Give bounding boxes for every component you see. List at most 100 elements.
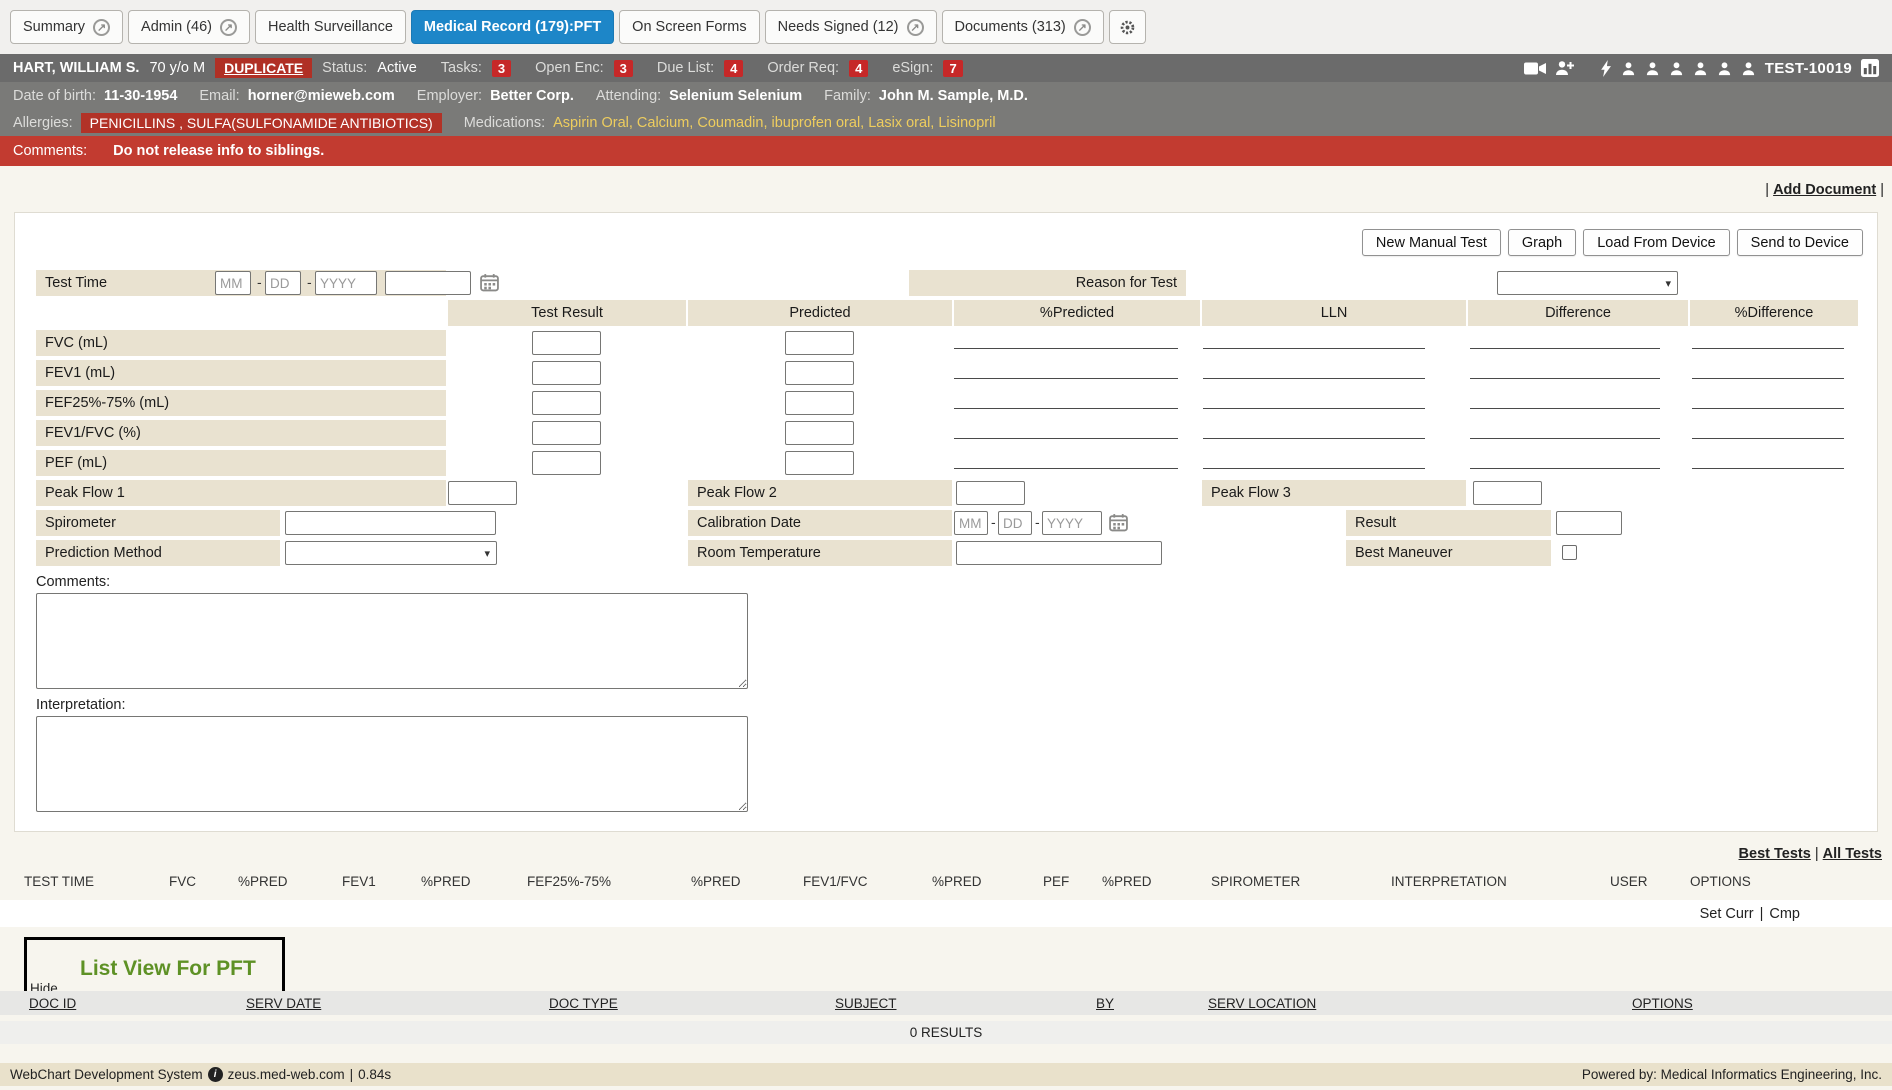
fvc-lln-line	[1203, 335, 1425, 349]
col-pred-1: %PRED	[238, 874, 342, 889]
email-value[interactable]: horner@mieweb.com	[248, 88, 395, 104]
info-icon[interactable]: i	[208, 1067, 223, 1082]
col-user: USER	[1610, 874, 1690, 889]
tab-health-surveillance[interactable]: Health Surveillance	[255, 10, 406, 44]
add-person-icon[interactable]	[1555, 60, 1574, 76]
fef-predicted-input[interactable]	[785, 391, 854, 415]
chart-icon[interactable]	[1861, 59, 1879, 77]
fev1-test-result-input[interactable]	[532, 361, 601, 385]
tab-documents[interactable]: Documents (313) ↗	[942, 10, 1104, 44]
person-icon[interactable]	[1693, 61, 1708, 76]
popout-icon[interactable]: ↗	[907, 19, 924, 36]
patient-demographics-row: Date of birth: 11-30-1954 Email: horner@…	[0, 82, 1892, 109]
tab-label: Documents (313)	[955, 19, 1066, 35]
footer-host: zeus.med-web.com	[228, 1067, 345, 1082]
peak-flow-1-input[interactable]	[448, 481, 517, 505]
employer-value: Better Corp.	[490, 88, 574, 104]
pef-test-result-input[interactable]	[532, 451, 601, 475]
duplicate-flag[interactable]: DUPLICATE	[215, 58, 312, 78]
order-req-count-badge[interactable]: 4	[849, 60, 868, 77]
calibration-day-input[interactable]	[998, 511, 1032, 535]
peak-flow-2-input[interactable]	[956, 481, 1025, 505]
dob-value: 11-30-1954	[104, 88, 177, 104]
comments-bar-text: Do not release info to siblings.	[113, 143, 324, 159]
serv-location-sort-link[interactable]: SERV LOCATION	[1208, 996, 1316, 1011]
fvc-label: FVC (mL)	[36, 330, 446, 356]
doc-type-sort-link[interactable]: DOC TYPE	[549, 996, 618, 1011]
tab-needs-signed[interactable]: Needs Signed (12) ↗	[765, 10, 937, 44]
subject-sort-link[interactable]: SUBJECT	[835, 996, 897, 1011]
interpretation-textarea[interactable]	[36, 716, 748, 812]
person-icon[interactable]	[1621, 61, 1636, 76]
fev1-fvc-predicted-input[interactable]	[785, 421, 854, 445]
fef-test-result-input[interactable]	[532, 391, 601, 415]
prediction-method-select[interactable]: ▾	[285, 541, 497, 565]
col-subject: SUBJECT	[835, 996, 1096, 1011]
spirometer-input[interactable]	[285, 511, 496, 535]
test-time-day-input[interactable]	[265, 271, 301, 295]
settings-tab[interactable]	[1109, 10, 1146, 44]
peak-flow-3-input[interactable]	[1473, 481, 1542, 505]
person-icon[interactable]	[1645, 61, 1660, 76]
tab-medical-record[interactable]: Medical Record (179):PFT	[411, 10, 614, 44]
calibration-year-input[interactable]	[1042, 511, 1102, 535]
test-time-month-input[interactable]	[215, 271, 251, 295]
new-manual-test-button[interactable]: New Manual Test	[1362, 229, 1501, 256]
tab-summary[interactable]: Summary ↗	[10, 10, 123, 44]
medications-list[interactable]: Aspirin Oral, Calcium, Coumadin, ibuprof…	[553, 115, 995, 131]
room-temperature-input[interactable]	[956, 541, 1162, 565]
person-icon[interactable]	[1717, 61, 1732, 76]
fvc-predicted-input[interactable]	[785, 331, 854, 355]
col-serv-location: SERV LOCATION	[1208, 996, 1632, 1011]
send-to-device-button[interactable]: Send to Device	[1737, 229, 1863, 256]
load-from-device-button[interactable]: Load From Device	[1583, 229, 1729, 256]
pef-predicted-input[interactable]	[785, 451, 854, 475]
tasks-count-badge[interactable]: 3	[492, 60, 511, 77]
footer-left: WebChart Development System i zeus.med-w…	[10, 1067, 391, 1082]
add-document-link[interactable]: Add Document	[1773, 182, 1876, 198]
calendar-icon[interactable]	[480, 273, 499, 292]
test-time-time-input[interactable]	[385, 271, 471, 295]
calibration-month-input[interactable]	[954, 511, 988, 535]
doc-id-sort-link[interactable]: DOC ID	[29, 996, 76, 1011]
col-by: BY	[1096, 996, 1208, 1011]
popout-icon[interactable]: ↗	[93, 19, 110, 36]
patient-age-sex: 70 y/o M	[149, 60, 205, 76]
best-maneuver-checkbox[interactable]	[1562, 545, 1577, 560]
best-tests-link[interactable]: Best Tests	[1739, 846, 1811, 862]
pef-difference-line	[1470, 455, 1660, 469]
due-list-count-badge[interactable]: 4	[724, 60, 743, 77]
options-sort-link[interactable]: OPTIONS	[1632, 996, 1693, 1011]
comments-alert-bar: Comments: Do not release info to sibling…	[0, 136, 1892, 166]
open-enc-count-badge[interactable]: 3	[614, 60, 633, 77]
cmp-link[interactable]: Cmp	[1769, 906, 1800, 922]
person-icon[interactable]	[1669, 61, 1684, 76]
test-time-year-input[interactable]	[315, 271, 377, 295]
by-sort-link[interactable]: BY	[1096, 996, 1114, 1011]
person-icon[interactable]	[1741, 61, 1756, 76]
all-tests-link[interactable]: All Tests	[1823, 846, 1882, 862]
pipe: |	[1815, 846, 1819, 862]
video-camera-icon[interactable]	[1524, 61, 1546, 76]
set-curr-link[interactable]: Set Curr	[1700, 906, 1754, 922]
allergy-chip[interactable]: PENICILLINS , SULFA(SULFONAMIDE ANTIBIOT…	[81, 113, 442, 133]
peak-flow-row: Peak Flow 1 Peak Flow 2 Peak Flow 3	[36, 480, 1858, 506]
popout-icon[interactable]: ↗	[220, 19, 237, 36]
esign-count-badge[interactable]: 7	[943, 60, 962, 77]
tab-on-screen-forms[interactable]: On Screen Forms	[619, 10, 759, 44]
pft-column-header-row: Test Result Predicted %Predicted LLN Dif…	[36, 300, 1858, 326]
fvc-test-result-input[interactable]	[532, 331, 601, 355]
fev1-fvc-test-result-input[interactable]	[532, 421, 601, 445]
comments-textarea[interactable]	[36, 593, 748, 689]
tab-admin[interactable]: Admin (46) ↗	[128, 10, 250, 44]
popout-icon[interactable]: ↗	[1074, 19, 1091, 36]
fev1-predicted-input[interactable]	[785, 361, 854, 385]
lightning-bolt-icon[interactable]	[1601, 60, 1612, 77]
reason-for-test-select[interactable]: ▾	[1497, 271, 1678, 295]
date-separator: -	[991, 514, 996, 530]
result-input[interactable]	[1556, 511, 1622, 535]
serv-date-sort-link[interactable]: SERV DATE	[246, 996, 321, 1011]
comments-label: Comments:	[36, 574, 1858, 590]
calendar-icon[interactable]	[1109, 513, 1128, 532]
graph-button[interactable]: Graph	[1508, 229, 1576, 256]
